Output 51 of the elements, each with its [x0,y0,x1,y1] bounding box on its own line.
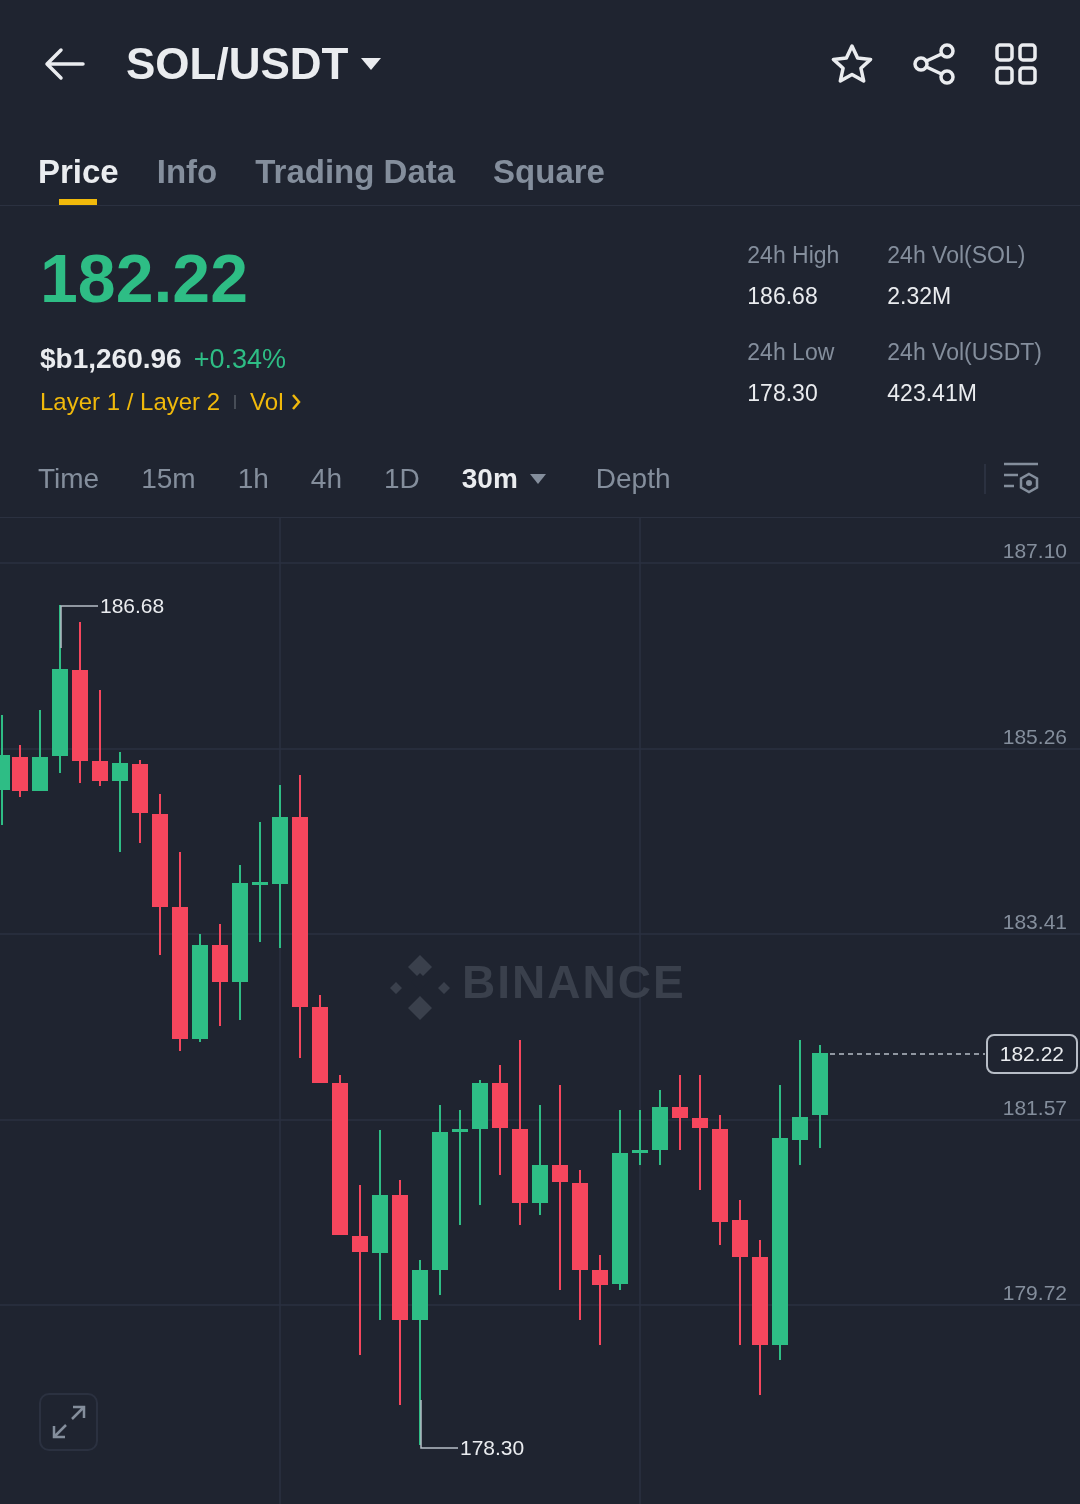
y-axis-label: 179.72 [1002,1282,1067,1303]
active-tab-indicator [59,199,98,205]
stat-label: 24h Low [747,338,836,367]
y-axis-label: 183.41 [1002,911,1067,932]
y-axis-label: 185.26 [1002,726,1067,747]
chevron-right-icon [291,393,302,411]
stat-value: 178.30 [747,378,819,408]
pair-selector[interactable]: SOL/USDT [126,31,383,97]
stat-label: 24h Vol(USDT) [887,338,1042,367]
tab[interactable]: Info [156,128,218,206]
interval-tab[interactable]: 15m [141,457,196,500]
interval-tab[interactable]: Depth [595,457,671,500]
tab[interactable]: Price [38,128,119,206]
share-icon [912,43,956,85]
expand-icon [50,1404,87,1440]
current-price-tag: 182.22 [985,1034,1078,1074]
share-button[interactable] [910,40,958,88]
interval-tab[interactable]: 4h [310,457,342,500]
interval-tab[interactable]: Time [38,457,100,500]
stat-value: 423.41M [887,378,978,408]
leader-line [60,605,99,649]
settings-icon [1002,461,1040,496]
stat-label: 24h High [747,241,841,270]
caret-icon [360,57,383,71]
y-axis-label: 181.57 [1002,1097,1067,1118]
caret-icon [529,473,546,484]
tab[interactable]: Square [493,128,605,206]
last-price: 182.22 [40,244,249,312]
watermark-logo-icon [390,955,450,1020]
star-icon [830,43,874,85]
tag-link[interactable]: Layer 1 / Layer 2 [40,384,221,420]
falling-candle [12,744,28,798]
tag-link[interactable]: Vol [250,384,302,420]
grid-menu-button[interactable] [992,40,1040,88]
grid-icon [994,42,1038,86]
interval-tab[interactable]: 1h [237,457,269,500]
leader-line [420,1399,459,1449]
low-price-label: 178.30 [460,1437,525,1458]
tab[interactable]: Trading Data [255,128,456,206]
stat-value: 2.32M [887,281,953,311]
interval-tab[interactable]: 1D [383,457,420,500]
stat-value: 186.68 [747,281,819,311]
fiat-price: $b1,260.96 [40,342,182,376]
high-price-label: 186.68 [100,595,165,616]
stat-label: 24h Vol(SOL) [887,241,1027,270]
rising-candle [632,1109,648,1166]
interval-tab[interactable]: 30m [461,457,546,500]
back-arrow-icon [43,47,85,81]
fullscreen-button[interactable] [39,1393,98,1451]
price-change: +0.34% [193,343,286,376]
y-axis-label: 187.10 [1002,540,1067,561]
